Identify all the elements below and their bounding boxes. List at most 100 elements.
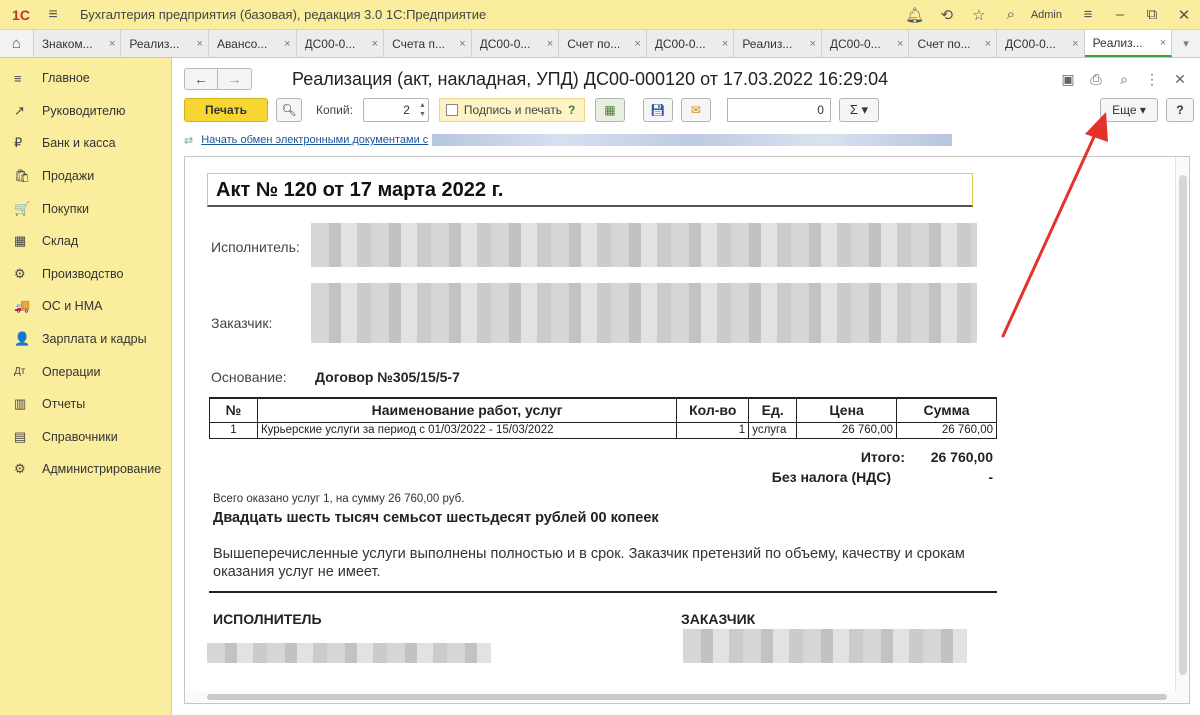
edo-exchange-link[interactable]: Начать обмен электронными документами с: [201, 134, 428, 146]
close-icon[interactable]: ×: [809, 38, 815, 50]
col-header: №: [209, 397, 258, 423]
sidebar-item-label: Операции: [42, 364, 101, 379]
sign-and-print-checkbox[interactable]: Подпись и печать?: [438, 98, 585, 122]
close-icon[interactable]: ×: [459, 38, 465, 50]
more-vertical-icon[interactable]: ⋮: [1138, 71, 1166, 88]
settings-menu-icon[interactable]: ≡: [1072, 6, 1104, 23]
tab-label: ДС00-0...: [654, 36, 706, 51]
history-icon[interactable]: ⟲: [931, 6, 963, 24]
close-icon[interactable]: ×: [197, 38, 203, 50]
sidebar-item-salary[interactable]: 👤 Зарплата и кадры: [0, 323, 171, 356]
horizontal-scrollbar[interactable]: [185, 691, 1177, 703]
more-button[interactable]: Еще ▾: [1100, 98, 1158, 122]
close-icon[interactable]: ×: [284, 38, 290, 50]
cell-price: 26 760,00: [796, 421, 898, 439]
close-icon[interactable]: ×: [985, 38, 991, 50]
close-icon[interactable]: ×: [372, 38, 378, 50]
tab[interactable]: Авансо... ×: [208, 30, 297, 57]
checkbox-icon[interactable]: [445, 104, 458, 116]
tab[interactable]: Реализ... ×: [734, 30, 822, 57]
close-icon[interactable]: ×: [109, 38, 115, 50]
tab[interactable]: ДС00-0... ×: [646, 30, 735, 57]
vat-label: Без налога (НДС): [771, 469, 891, 485]
tab[interactable]: Счет по... ×: [559, 30, 647, 57]
redacted-customer: [311, 283, 977, 343]
search-icon[interactable]: ⌕: [995, 6, 1027, 23]
scroll-thumb[interactable]: [1179, 175, 1187, 675]
star-icon[interactable]: ☆: [963, 6, 995, 24]
close-icon[interactable]: ×: [547, 38, 553, 50]
maximize-icon[interactable]: ⧉: [1136, 6, 1168, 23]
help-button[interactable]: ?: [1166, 98, 1194, 122]
sidebar-item-warehouse[interactable]: ▦ Склад: [0, 225, 171, 258]
tab[interactable]: Реализ... ×: [121, 30, 209, 57]
sidebar-item-operations[interactable]: Дт Операции: [0, 355, 171, 388]
tab[interactable]: Счет по... ×: [909, 30, 997, 57]
close-icon[interactable]: ×: [897, 38, 903, 50]
home-icon[interactable]: ⌂: [0, 30, 34, 57]
sidebar-item-purchases[interactable]: 🛒 Покупки: [0, 192, 171, 225]
sidebar-item-admin[interactable]: ⚙ Администрирование: [0, 453, 171, 486]
sum-field[interactable]: 0: [726, 98, 831, 122]
sidebar-item-directories[interactable]: ▤ Справочники: [0, 421, 171, 454]
sum-menu-button[interactable]: Σ ▾: [838, 98, 879, 122]
spinner-arrows-icon[interactable]: ▲ ▼: [419, 101, 426, 119]
close-icon[interactable]: ×: [1072, 38, 1078, 50]
close-icon[interactable]: ✕: [1168, 6, 1200, 24]
document-header: ← → Реализация (акт, накладная, УПД) ДС0…: [184, 66, 1194, 92]
close-icon[interactable]: ×: [722, 38, 728, 50]
col-header: Наименование работ, услуг: [256, 397, 678, 423]
sidebar-item-label: Склад: [42, 234, 79, 249]
redacted-org-name: [432, 134, 953, 146]
cell-name: Курьерские услуги за период с 01/03/2022…: [256, 421, 678, 439]
email-button[interactable]: ✉: [680, 98, 711, 122]
print-preview-button[interactable]: 🔍︎: [276, 98, 302, 122]
main-menu-icon[interactable]: ≡: [42, 6, 64, 24]
vertical-scrollbar[interactable]: [1175, 157, 1189, 703]
sidebar-item-assets[interactable]: 🚚 ОС и НМА: [0, 290, 171, 323]
book-icon: ▤: [14, 428, 27, 444]
bell-icon[interactable]: 🔔︎: [899, 6, 931, 24]
trend-icon: ↗: [14, 102, 25, 118]
sidebar-item-bank[interactable]: ₽ Банк и касса: [0, 127, 171, 160]
close-icon[interactable]: ×: [1160, 37, 1166, 49]
close-icon[interactable]: ✕: [1166, 71, 1194, 88]
save-button[interactable]: 💾︎: [642, 98, 673, 122]
forward-button[interactable]: →: [218, 68, 252, 90]
copies-label: Копий:: [316, 103, 353, 117]
warehouse-icon: ▦: [14, 233, 27, 249]
menu-icon: ≡: [14, 70, 22, 86]
tab[interactable]: ДС00-0... ×: [821, 30, 910, 57]
back-button[interactable]: ←: [184, 68, 218, 90]
sidebar-item-main[interactable]: ≡ Главное: [0, 62, 171, 95]
table-row[interactable]: 1 Курьерские услуги за период с 01/03/20…: [209, 421, 997, 439]
close-icon[interactable]: ×: [634, 38, 640, 50]
copies-stepper[interactable]: 2 ▲ ▼: [362, 98, 429, 122]
envelope-icon: ✉: [690, 103, 701, 117]
scroll-thumb[interactable]: [207, 694, 1167, 700]
sidebar-item-production[interactable]: ⚙ Производство: [0, 258, 171, 291]
tab[interactable]: ДС00-0... ×: [296, 30, 385, 57]
tab-active[interactable]: Реализ... ×: [1084, 30, 1173, 57]
tab[interactable]: ДС00-0... ×: [997, 30, 1085, 57]
minimize-icon[interactable]: –: [1104, 6, 1136, 23]
ruble-icon: ₽: [14, 135, 23, 151]
print-button[interactable]: Печать: [184, 98, 268, 122]
tab[interactable]: Счета п... ×: [384, 30, 472, 57]
printer-icon[interactable]: ⎙: [1082, 71, 1110, 88]
col-header: Ед.: [748, 397, 798, 423]
preview-icon[interactable]: ⌕: [1110, 71, 1138, 88]
act-title[interactable]: Акт № 120 от 17 марта 2022 г.: [207, 173, 973, 207]
sidebar-item-label: Руководителю: [42, 103, 126, 118]
help-icon[interactable]: ?: [568, 103, 575, 117]
sidebar-item-sales[interactable]: 🛍 Продажи: [0, 160, 171, 193]
sidebar-item-manager[interactable]: ↗ Руководителю: [0, 95, 171, 128]
save-icon[interactable]: ▣: [1054, 71, 1082, 88]
tabs-more-icon[interactable]: ▾: [1172, 30, 1200, 57]
executor-sign-label: ИСПОЛНИТЕЛЬ: [213, 611, 322, 627]
table-edit-button[interactable]: ▦: [594, 98, 625, 122]
sidebar-item-reports[interactable]: ▥ Отчеты: [0, 388, 171, 421]
user-name[interactable]: Admin: [1031, 9, 1062, 21]
tab[interactable]: ДС00-0... ×: [471, 30, 560, 57]
tab[interactable]: Знаком... ×: [33, 30, 122, 57]
